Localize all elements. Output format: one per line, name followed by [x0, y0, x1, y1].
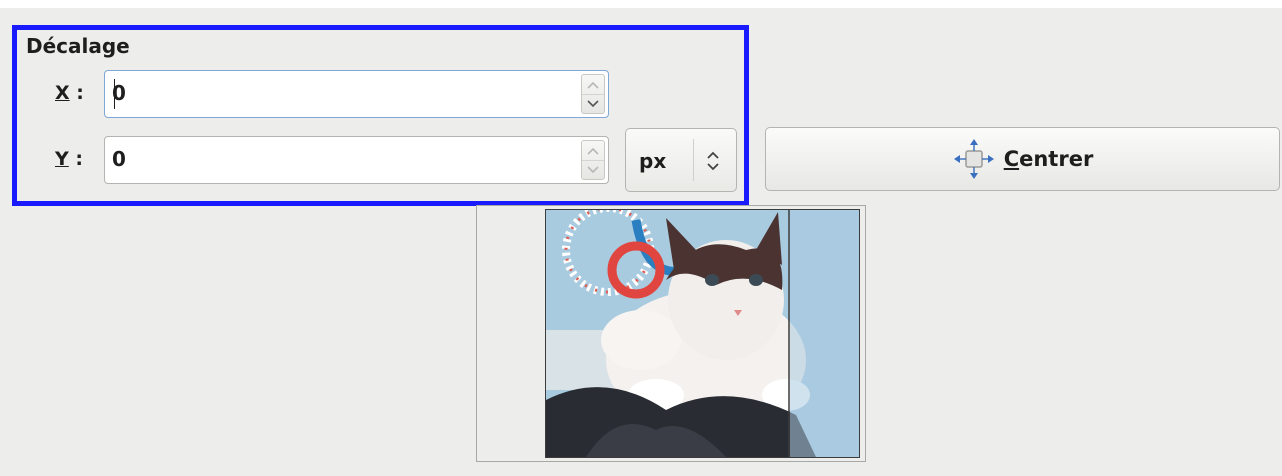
center-button[interactable]: Centrer: [765, 127, 1280, 191]
cat-photo: [546, 210, 859, 457]
offset-group-highlight: [12, 25, 749, 206]
center-move-icon: [953, 139, 994, 179]
center-label-rest: entrer: [1019, 147, 1094, 171]
center-button-label: Centrer: [1004, 147, 1094, 171]
center-label-mnemonic: C: [1003, 147, 1020, 171]
window-top-strip: [0, 0, 1282, 8]
preview-image[interactable]: [545, 209, 860, 458]
